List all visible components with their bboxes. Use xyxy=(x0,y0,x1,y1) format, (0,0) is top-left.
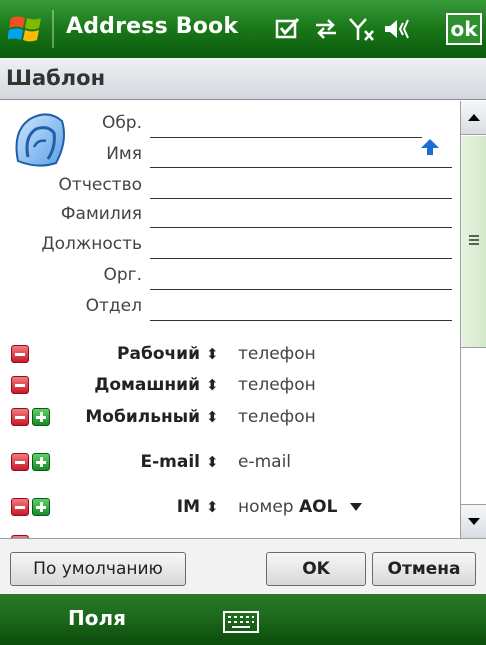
signal-icon[interactable] xyxy=(348,16,376,42)
add-icon[interactable] xyxy=(32,498,50,516)
detail-label[interactable]: IM xyxy=(177,492,200,522)
scroll-up-icon xyxy=(468,114,480,121)
softkey-fields[interactable]: Поля xyxy=(68,606,126,630)
detail-label[interactable]: Рабочий xyxy=(117,339,200,369)
windows-start-icon[interactable] xyxy=(8,12,46,46)
field-row-job-title[interactable]: Должность xyxy=(0,229,460,259)
app-title: Address Book xyxy=(66,14,239,39)
field-label-last-name: Фамилия xyxy=(60,204,142,224)
detail-row-im: IM ⬍ номер AOL xyxy=(0,492,460,522)
detail-value[interactable]: e-mail xyxy=(238,447,291,477)
connectivity-icon[interactable] xyxy=(312,16,340,42)
ok-button[interactable]: ok xyxy=(446,13,482,45)
field-row-middle-name[interactable]: Отчество xyxy=(0,170,460,200)
softkey-bar: Поля xyxy=(0,594,486,645)
field-line-prefix[interactable] xyxy=(150,137,422,138)
field-label-organization: Орг. xyxy=(103,265,142,285)
sort-arrows-icon[interactable]: ⬍ xyxy=(206,370,219,400)
detail-label[interactable]: Мобильный xyxy=(85,402,200,432)
confirm-button[interactable]: OK xyxy=(266,552,366,586)
field-line-job-title[interactable] xyxy=(150,258,452,259)
detail-row-mobile-phone: Мобильный ⬍ телефон xyxy=(0,402,460,432)
im-service: AOL xyxy=(299,497,338,517)
field-line-last-name[interactable] xyxy=(150,227,452,228)
sort-arrows-icon[interactable]: ⬍ xyxy=(206,402,219,432)
button-bar: По умолчанию OK Отмена xyxy=(0,538,486,594)
add-icon[interactable] xyxy=(32,453,50,471)
keyboard-icon[interactable] xyxy=(223,611,259,633)
detail-value[interactable]: телефон xyxy=(238,402,316,432)
scroll-up-button[interactable] xyxy=(461,101,486,135)
scroll-down-icon xyxy=(468,518,480,525)
field-line-organization[interactable] xyxy=(150,289,452,290)
remove-icon[interactable] xyxy=(11,498,29,516)
remove-icon[interactable] xyxy=(11,376,29,394)
field-line-department[interactable] xyxy=(150,320,452,321)
sort-arrows-icon[interactable]: ⬍ xyxy=(206,447,219,477)
detail-row-email: E-mail ⬍ e-mail xyxy=(0,447,460,477)
scroll-thumb[interactable] xyxy=(461,136,486,348)
im-number-label: номер xyxy=(238,497,294,517)
cancel-button[interactable]: Отмена xyxy=(372,552,476,586)
detail-row-work-phone: Рабочий ⬍ телефон xyxy=(0,339,460,369)
detail-value[interactable]: телефон xyxy=(238,370,316,400)
volume-icon[interactable] xyxy=(382,16,410,42)
field-label-first-name: Имя xyxy=(106,144,142,164)
detail-label[interactable]: E-mail xyxy=(140,447,200,477)
field-label-prefix: Обр. xyxy=(101,113,142,133)
messaging-icon[interactable] xyxy=(274,16,302,42)
detail-row-home-phone: Домашний ⬍ телефон xyxy=(0,370,460,400)
detail-value[interactable]: телефон xyxy=(238,339,316,369)
field-label-job-title: Должность xyxy=(41,234,142,254)
scroll-down-button[interactable] xyxy=(461,504,486,538)
dropdown-arrow-icon[interactable] xyxy=(349,502,363,512)
add-icon[interactable] xyxy=(32,408,50,426)
page-header: Шаблон xyxy=(0,58,486,100)
field-row-organization[interactable]: Орг. xyxy=(0,260,460,290)
grip-icon xyxy=(469,235,479,245)
remove-icon[interactable] xyxy=(11,345,29,363)
title-separator xyxy=(52,10,54,48)
detail-label[interactable]: Домашний xyxy=(94,370,200,400)
field-row-department[interactable]: Отдел xyxy=(0,291,460,321)
sort-arrows-icon[interactable]: ⬍ xyxy=(206,492,219,522)
default-button[interactable]: По умолчанию xyxy=(10,552,186,586)
field-line-first-name[interactable] xyxy=(150,167,452,168)
field-row-first-name[interactable]: Имя xyxy=(0,139,460,169)
remove-icon[interactable] xyxy=(11,408,29,426)
vertical-scrollbar[interactable] xyxy=(460,101,486,538)
page-title: Шаблон xyxy=(6,66,106,90)
detail-value[interactable]: номер AOL xyxy=(238,492,363,522)
field-row-last-name[interactable]: Фамилия xyxy=(0,199,460,229)
field-label-middle-name: Отчество xyxy=(58,175,142,195)
field-label-department: Отдел xyxy=(85,296,142,316)
field-row-prefix[interactable]: Обр. xyxy=(0,108,460,138)
sort-arrows-icon[interactable]: ⬍ xyxy=(206,339,219,369)
contact-form: Обр. Имя Отчество Фамилия Должность Орг.… xyxy=(0,101,460,538)
title-bar: Address Book ok xyxy=(0,0,486,58)
remove-icon[interactable] xyxy=(11,453,29,471)
